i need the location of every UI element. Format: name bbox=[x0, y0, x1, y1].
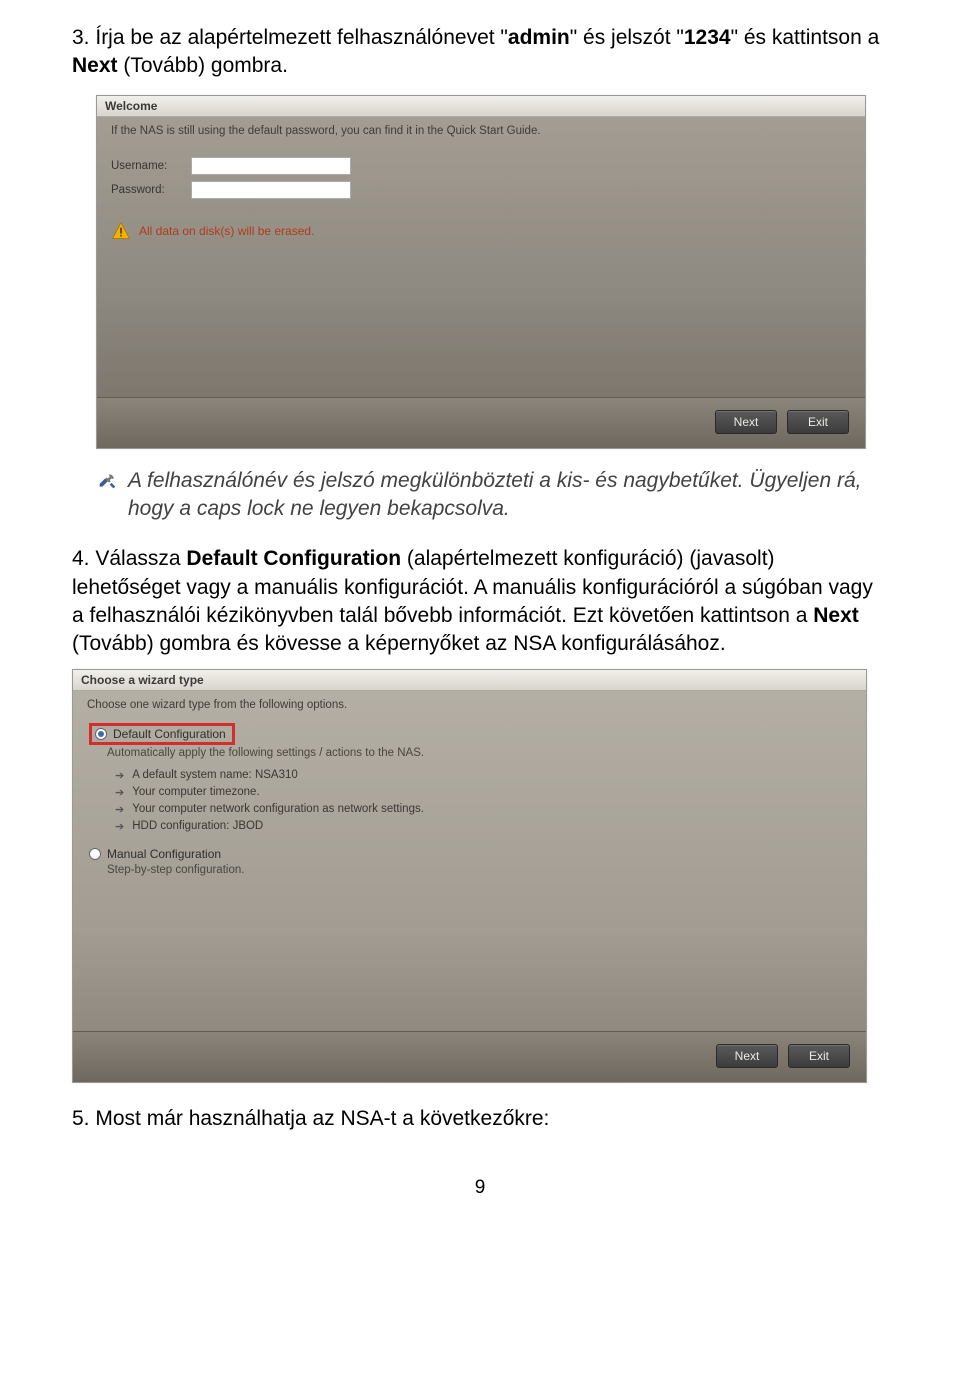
warning-row: All data on disk(s) will be erased. bbox=[111, 221, 851, 241]
radio-manual[interactable] bbox=[89, 848, 101, 860]
arrow-icon: ➔ bbox=[115, 769, 124, 782]
exit-button[interactable]: Exit bbox=[788, 1044, 850, 1068]
step-text: Most már használhatja az NSA-t a követke… bbox=[95, 1107, 549, 1130]
next-bold: Next bbox=[72, 54, 118, 77]
exit-button[interactable]: Exit bbox=[787, 410, 849, 434]
dialog-heading: Choose a wizard type bbox=[73, 670, 866, 691]
step-5: 5. Most már használhatja az NSA-t a köve… bbox=[72, 1105, 888, 1133]
arrow-icon: ➔ bbox=[115, 803, 124, 816]
option-manual-sub: Step-by-step configuration. bbox=[107, 864, 852, 876]
password-input[interactable] bbox=[191, 181, 351, 199]
step-text: (Tovább) gombra és kövesse a képernyőket… bbox=[72, 632, 726, 655]
default-config-bold: Default Configuration bbox=[186, 547, 401, 570]
option-manual-config[interactable]: Manual Configuration bbox=[89, 847, 852, 861]
dialog-sub: Choose one wizard type from the followin… bbox=[87, 699, 852, 711]
username-row: Username: bbox=[111, 157, 851, 175]
password-row: Password: bbox=[111, 181, 851, 199]
arrow-icon: ➔ bbox=[115, 820, 124, 833]
step-3: 3. Írja be az alapértelmezett felhasznál… bbox=[72, 24, 888, 81]
list-item: ➔HDD configuration: JBOD bbox=[115, 820, 852, 833]
admin-value: admin bbox=[508, 26, 570, 49]
password-label: Password: bbox=[111, 184, 191, 196]
option-default-sub: Automatically apply the following settin… bbox=[107, 747, 852, 759]
warning-icon bbox=[111, 221, 131, 241]
warning-text: All data on disk(s) will be erased. bbox=[139, 224, 314, 238]
radio-default[interactable] bbox=[95, 728, 107, 740]
step-text: Írja be az alapértelmezett felhasználóne… bbox=[95, 26, 508, 49]
dialog-footer: Next Exit bbox=[73, 1031, 866, 1082]
note-caps-lock: A felhasználónév és jelszó megkülönbözte… bbox=[96, 467, 888, 524]
password-value: 1234 bbox=[684, 26, 731, 49]
username-input[interactable] bbox=[191, 157, 351, 175]
screenshot-wizard-type: Choose a wizard type Choose one wizard t… bbox=[72, 669, 867, 1083]
list-item: ➔Your computer network configuration as … bbox=[115, 803, 852, 816]
step-number: 5. bbox=[72, 1107, 90, 1130]
radio-label: Default Configuration bbox=[113, 727, 226, 741]
next-bold: Next bbox=[813, 604, 859, 627]
next-button[interactable]: Next bbox=[715, 410, 777, 434]
username-label: Username: bbox=[111, 160, 191, 172]
step-text: Válassza bbox=[95, 547, 186, 570]
step-text: " és jelszót " bbox=[570, 26, 684, 49]
page-number: 9 bbox=[72, 1177, 888, 1199]
option-default-config[interactable]: Default Configuration bbox=[89, 723, 852, 745]
default-settings-list: ➔A default system name: NSA310 ➔Your com… bbox=[115, 769, 852, 833]
tools-icon bbox=[96, 471, 118, 501]
arrow-icon: ➔ bbox=[115, 786, 124, 799]
step-text: " és kattintson a bbox=[731, 26, 880, 49]
dialog-subtext: If the NAS is still using the default pa… bbox=[111, 125, 851, 137]
step-number: 4. bbox=[72, 547, 90, 570]
next-button[interactable]: Next bbox=[716, 1044, 778, 1068]
radio-label: Manual Configuration bbox=[107, 847, 221, 861]
screenshot-welcome: Welcome If the NAS is still using the de… bbox=[96, 95, 866, 449]
step-number: 3. bbox=[72, 26, 90, 49]
dialog-footer: Next Exit bbox=[97, 397, 865, 448]
step-text: (Tovább) gombra. bbox=[118, 54, 288, 77]
dialog-title: Welcome bbox=[97, 96, 865, 117]
list-item: ➔Your computer timezone. bbox=[115, 786, 852, 799]
step-4: 4. Válassza Default Configuration (alapé… bbox=[72, 545, 888, 658]
note-text: A felhasználónév és jelszó megkülönbözte… bbox=[128, 467, 888, 524]
list-item: ➔A default system name: NSA310 bbox=[115, 769, 852, 782]
